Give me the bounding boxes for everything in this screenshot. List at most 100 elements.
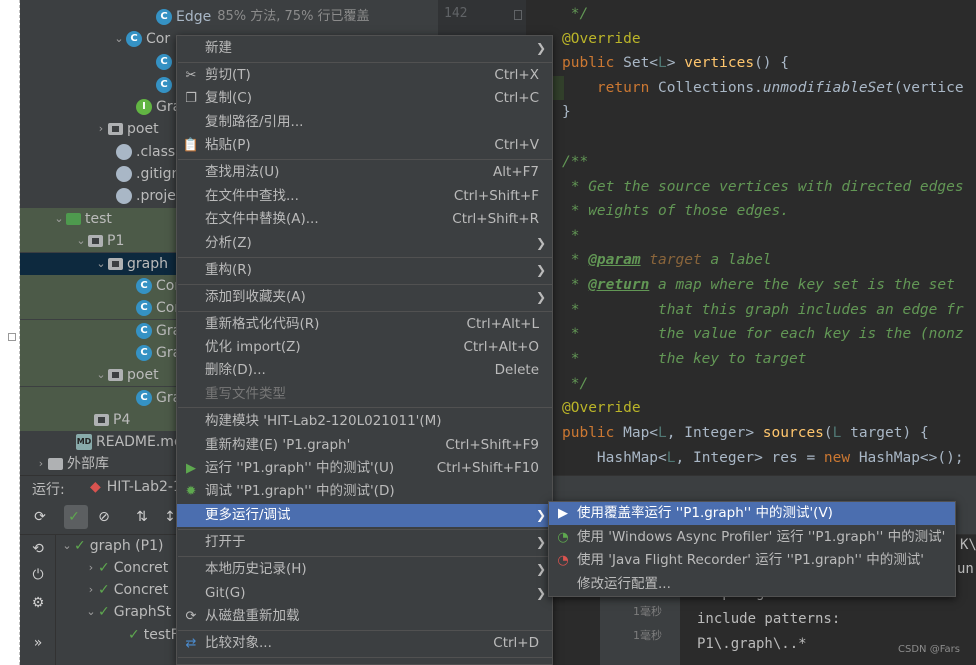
passed-icon: ✓ xyxy=(98,560,110,576)
submenu-item-run-with-coverage[interactable]: ▶ 使用覆盖率运行 ''P1.graph'' 中的测试'(V) xyxy=(549,502,955,525)
menu-item-replace-in-files[interactable]: 在文件中替换(A)... Ctrl+Shift+R xyxy=(177,208,552,231)
tree-item[interactable]: .classp xyxy=(116,141,184,163)
resize-handle[interactable] xyxy=(8,333,16,341)
chevron-right-icon[interactable]: › xyxy=(84,579,98,601)
show-passed-button[interactable]: ✓ xyxy=(64,505,88,529)
package-icon xyxy=(94,414,109,426)
menu-item-delete[interactable]: 删除(D)... Delete xyxy=(177,359,552,382)
menu-item-find-in-files[interactable]: 在文件中查找... Ctrl+Shift+F xyxy=(177,185,552,208)
menu-item-open-in[interactable]: 打开于 ❯ xyxy=(177,531,552,554)
test-node[interactable]: › ✓ Concret xyxy=(84,579,168,601)
menu-separator xyxy=(178,159,552,160)
paste-icon: 📋 xyxy=(182,137,200,153)
chevron-down-icon[interactable]: ⌄ xyxy=(60,535,74,557)
submenu-item-modify-run-config[interactable]: 修改运行配置... xyxy=(549,573,955,596)
menu-item-new[interactable]: 新建 ❯ xyxy=(177,37,552,60)
class-icon: C xyxy=(126,31,142,47)
submenu-item-run-async-profiler[interactable]: ◔ 使用 'Windows Async Profiler' 运行 ''P1.gra… xyxy=(549,526,955,549)
code-line: /** xyxy=(562,154,589,170)
test-node[interactable]: › ✓ Concret xyxy=(84,557,168,579)
test-node[interactable]: ⌄ ✓ GraphSt xyxy=(84,601,171,623)
menu-item-reformat[interactable]: 重新格式化代码(R) Ctrl+Alt+L xyxy=(177,313,552,336)
chevron-down-icon[interactable]: ⌄ xyxy=(74,230,88,252)
tree-item-label: graph xyxy=(127,256,168,272)
tree-item-label: 外部库 xyxy=(67,456,109,472)
menu-item-reload-from-disk[interactable]: ⟳ 从磁盘重新加载 xyxy=(177,605,552,628)
library-icon xyxy=(48,458,63,470)
menu-item-more-run-debug[interactable]: 更多运行/调试 ❯ xyxy=(177,504,552,527)
tree-item[interactable]: C xyxy=(156,51,176,73)
package-icon xyxy=(108,258,123,270)
stop-icon[interactable]: ⏻ xyxy=(26,563,50,587)
menu-item-find-usages[interactable]: 查找用法(U) Alt+F7 xyxy=(177,161,552,184)
menu-item-paste[interactable]: 📋 粘贴(P) Ctrl+V xyxy=(177,134,552,157)
submenu-item-run-flight-recorder[interactable]: ◔ 使用 'Java Flight Recorder' 运行 ''P1.graph… xyxy=(549,549,955,572)
chevron-down-icon[interactable]: ⌄ xyxy=(52,208,66,230)
tree-item-label: test xyxy=(85,211,112,227)
tree-item[interactable]: .projec xyxy=(116,185,184,207)
menu-item-optimize-imports[interactable]: 优化 import(Z) Ctrl+Alt+O xyxy=(177,336,552,359)
tree-item[interactable]: ⌄ C Cor xyxy=(112,28,170,50)
menu-item-run-tests[interactable]: ▶ 运行 ''P1.graph'' 中的测试'(U) Ctrl+Shift+F10 xyxy=(177,457,552,480)
context-menu: 新建 ❯ ✂ 剪切(T) Ctrl+X ❐ 复制(C) Ctrl+C 复制路径/引用...… xyxy=(176,35,553,665)
file-icon xyxy=(116,188,132,204)
coverage-text: 85% 方法, 75% 行已覆盖 xyxy=(217,9,370,24)
submenu-arrow-icon: ❯ xyxy=(535,586,546,600)
file-icon xyxy=(116,144,132,160)
menu-item-add-favorites[interactable]: 添加到收藏夹(A) ❯ xyxy=(177,286,552,309)
menu-item-analyze[interactable]: 分析(Z) ❯ xyxy=(177,232,552,255)
markdown-file-icon: MD xyxy=(76,434,92,450)
sort-alpha-icon[interactable]: ⇅ xyxy=(130,505,154,529)
test-node[interactable]: ⌄ ✓ graph (P1) xyxy=(60,535,163,557)
tree-item[interactable]: MD README.md xyxy=(76,431,183,453)
show-ignored-button[interactable]: ⊘ xyxy=(92,505,116,529)
menu-item-debug-tests[interactable]: ✹ 调试 ''P1.graph'' 中的测试'(D) xyxy=(177,480,552,503)
menu-item-refactor[interactable]: 重构(R) ❯ xyxy=(177,259,552,282)
code-line: @Override xyxy=(562,400,641,416)
tree-item-label: P4 xyxy=(113,412,131,428)
console-line: P1\.graph\..* xyxy=(697,636,807,652)
settings-icon[interactable]: ⚙ xyxy=(26,591,50,615)
tree-item[interactable]: .gitign xyxy=(116,163,180,185)
menu-item-copy-path[interactable]: 复制路径/引用... xyxy=(177,111,552,134)
menu-item-build-module[interactable]: 构建模块 'HIT-Lab2-120L021011'(M) xyxy=(177,410,552,433)
menu-separator xyxy=(178,630,552,631)
chevron-down-icon[interactable]: ⌄ xyxy=(112,28,126,50)
tree-item[interactable]: C xyxy=(156,74,176,96)
chevron-down-icon[interactable]: ⌄ xyxy=(94,253,108,275)
menu-separator xyxy=(178,529,552,530)
chevron-right-icon[interactable]: › xyxy=(34,453,48,475)
fold-marker-icon[interactable] xyxy=(514,10,522,20)
code-line: * the key to target xyxy=(562,351,807,367)
tree-item[interactable]: › 外部库 xyxy=(34,453,109,475)
chevron-down-icon[interactable]: ⌄ xyxy=(84,601,98,623)
tree-item-edge[interactable]: C Edge 85% 方法, 75% 行已覆盖 xyxy=(156,6,370,28)
bug-icon: ✹ xyxy=(185,483,197,499)
menu-item-local-history[interactable]: 本地历史记录(H) ❯ xyxy=(177,558,552,581)
tree-item-label: Cor xyxy=(146,31,171,47)
menu-item-cut[interactable]: ✂ 剪切(T) Ctrl+X xyxy=(177,64,552,87)
chevron-right-icon[interactable]: › xyxy=(84,557,98,579)
menu-item-rebuild[interactable]: 重新构建(E) 'P1.graph' Ctrl+Shift+F9 xyxy=(177,434,552,457)
tree-item-label: P1 xyxy=(107,233,125,249)
more-icon[interactable]: » xyxy=(26,631,50,655)
rerun-icon[interactable]: ⟳ xyxy=(28,505,52,529)
package-icon xyxy=(88,235,103,247)
scissors-icon: ✂ xyxy=(185,67,197,83)
tree-item[interactable]: I Gra xyxy=(136,96,181,118)
debug-icon[interactable]: ⟲ xyxy=(26,537,50,561)
git-file-icon xyxy=(116,166,132,182)
run-tab[interactable]: ◆ HIT-Lab2-1 xyxy=(90,479,182,495)
console-line: K\ xyxy=(960,537,976,553)
chevron-right-icon[interactable]: › xyxy=(94,118,108,140)
run-side-toolbar: ⟲ ⏻ ⚙ » xyxy=(20,535,56,665)
profiler-icon: ◔ xyxy=(557,529,569,545)
class-icon: C xyxy=(156,9,172,25)
chevron-down-icon[interactable]: ⌄ xyxy=(94,364,108,386)
menu-item-compare-with[interactable]: ⇄ 比较对象... Ctrl+D xyxy=(177,632,552,655)
menu-item-copy[interactable]: ❐ 复制(C) Ctrl+C xyxy=(177,87,552,110)
menu-item-git[interactable]: Git(G) ❯ xyxy=(177,582,552,605)
tree-item[interactable]: › poet xyxy=(94,118,159,140)
folder-icon xyxy=(66,213,81,225)
test-node[interactable]: ✓ testF xyxy=(128,624,179,646)
